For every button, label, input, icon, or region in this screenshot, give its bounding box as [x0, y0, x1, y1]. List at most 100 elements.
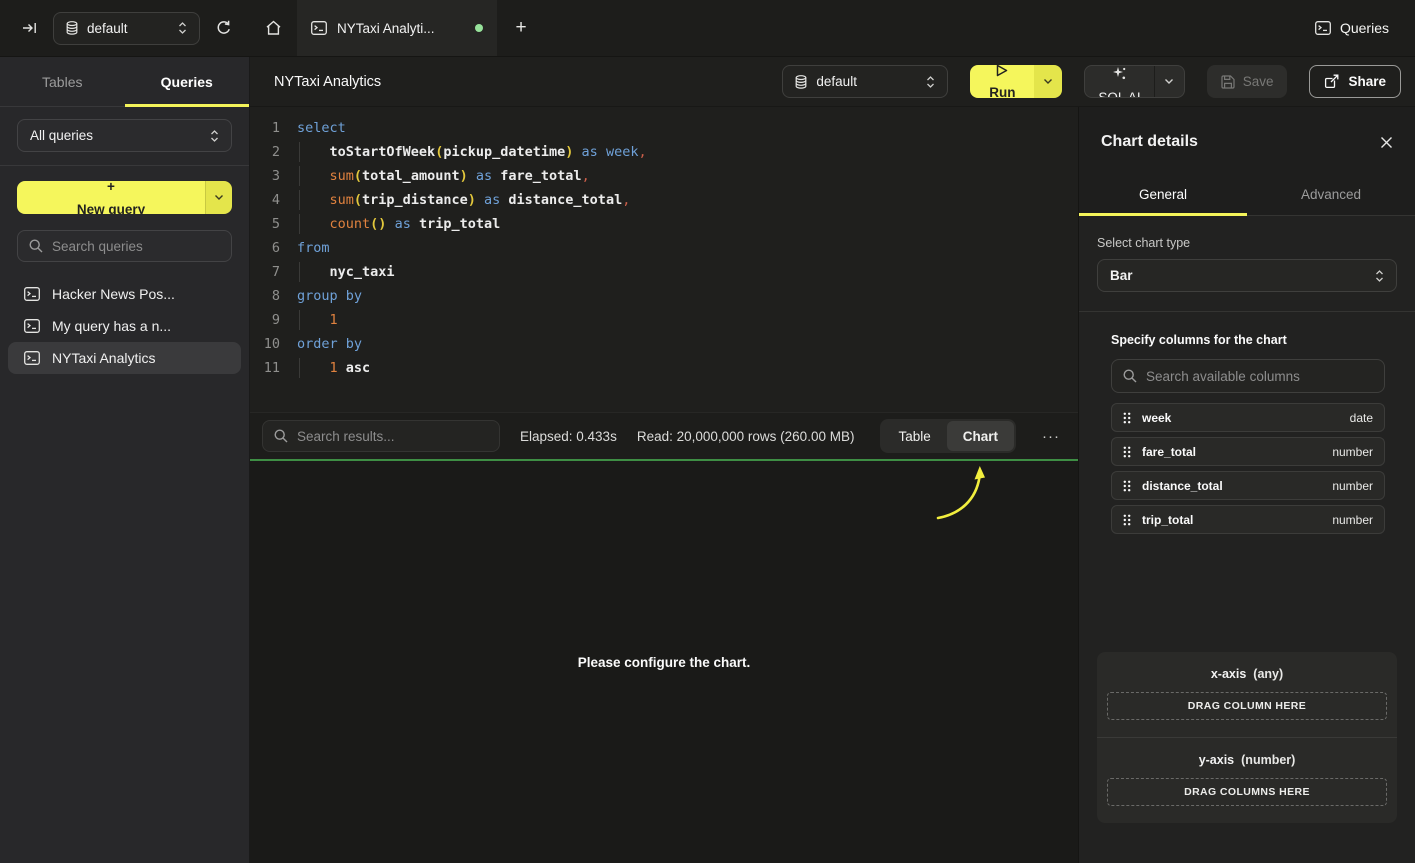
- sql-ai-button[interactable]: SQL AI: [1085, 66, 1153, 97]
- code-line: 7 nyc_taxi: [258, 260, 1078, 284]
- line-number: 2: [258, 140, 280, 164]
- y-axis-type-constraint: (number): [1241, 753, 1295, 767]
- panel-title: Chart details: [1101, 133, 1198, 151]
- sql-console-app: default NYTaxi Analyti.: [0, 0, 1415, 863]
- results-search-box: [262, 420, 500, 452]
- column-name: week: [1142, 411, 1171, 425]
- database-selector-main[interactable]: default: [782, 65, 948, 98]
- code-line: 4 sum(trip_distance) as distance_total,: [258, 188, 1078, 212]
- refresh-button[interactable]: [216, 20, 232, 36]
- search-icon: [29, 239, 43, 253]
- query-list-item[interactable]: Hacker News Pos...: [8, 278, 241, 310]
- column-item-distance-total[interactable]: distance_total number: [1111, 471, 1385, 500]
- sidebar: Tables Queries All queries + New query: [0, 57, 250, 863]
- line-number: 8: [258, 284, 280, 308]
- column-name: distance_total: [1142, 479, 1223, 493]
- code-lines: 1select2 toStartOfWeek(pickup_datetime) …: [258, 116, 1078, 380]
- chevron-down-icon: [1043, 78, 1053, 85]
- columns-search-box: [1111, 359, 1385, 393]
- sql-editor[interactable]: 1select2 toStartOfWeek(pickup_datetime) …: [250, 107, 1078, 412]
- column-name: trip_total: [1142, 513, 1193, 527]
- run-dropdown-button[interactable]: [1034, 65, 1062, 98]
- panel-tab-advanced[interactable]: Advanced: [1247, 173, 1415, 215]
- drag-handle-icon: [1123, 412, 1131, 424]
- new-query-row: + New query: [0, 166, 249, 214]
- close-panel-button[interactable]: [1380, 136, 1393, 149]
- y-axis-dropzone[interactable]: DRAG COLUMNS HERE: [1107, 778, 1387, 806]
- run-split-button: Run: [970, 65, 1062, 98]
- sidebar-tab-tables[interactable]: Tables: [0, 57, 125, 106]
- query-search-row: [0, 214, 249, 272]
- new-query-dropdown-button[interactable]: [205, 181, 232, 214]
- x-axis-dropzone[interactable]: DRAG COLUMN HERE: [1107, 692, 1387, 720]
- results-search-input[interactable]: [297, 429, 488, 444]
- columns-search-input[interactable]: [1146, 369, 1373, 384]
- top-bar-right: Queries: [1315, 0, 1415, 56]
- chevron-updown-icon: [1375, 269, 1384, 283]
- top-bar: default NYTaxi Analyti.: [0, 0, 1415, 57]
- play-icon: [996, 65, 1008, 77]
- column-type: number: [1332, 479, 1373, 493]
- database-selector-top[interactable]: default: [53, 12, 200, 45]
- query-terminal-icon: [311, 21, 327, 35]
- sidebar-tab-queries[interactable]: Queries: [125, 57, 250, 106]
- line-number: 5: [258, 212, 280, 236]
- line-number: 10: [258, 332, 280, 356]
- body: Tables Queries All queries + New query: [0, 57, 1415, 863]
- new-tab-button[interactable]: +: [497, 0, 545, 56]
- columns-section: Specify columns for the chart: [1111, 333, 1385, 534]
- columns-section-label: Specify columns for the chart: [1111, 333, 1385, 347]
- tab-label: NYTaxi Analyti...: [337, 21, 435, 36]
- share-button[interactable]: Share: [1309, 65, 1401, 98]
- column-type: number: [1332, 513, 1373, 527]
- save-button[interactable]: Save: [1207, 65, 1288, 98]
- code-line: 1select: [258, 116, 1078, 140]
- elapsed-time: Elapsed: 0.433s: [520, 429, 617, 444]
- chart-type-label: Select chart type: [1097, 236, 1397, 250]
- sql-ai-dropdown-button[interactable]: [1154, 66, 1184, 97]
- query-terminal-icon: [24, 287, 40, 301]
- sql-ai-button-label: SQL AI: [1098, 90, 1140, 98]
- panel-tab-general[interactable]: General: [1079, 173, 1247, 215]
- header-controls: default Run: [782, 65, 1401, 98]
- query-search-input[interactable]: [52, 239, 229, 254]
- line-number: 7: [258, 260, 280, 284]
- column-type: date: [1350, 411, 1373, 425]
- column-item-week[interactable]: week date: [1111, 403, 1385, 432]
- axis-configuration-card: x-axis (any) DRAG COLUMN HERE y-axis (nu…: [1097, 652, 1397, 823]
- new-query-label: New query: [77, 202, 145, 215]
- query-list-item-selected[interactable]: NYTaxi Analytics: [8, 342, 241, 374]
- queries-button[interactable]: Queries: [1315, 20, 1389, 36]
- configure-chart-message: Please configure the chart.: [578, 655, 751, 670]
- line-number: 3: [258, 164, 280, 188]
- query-list-item-label: My query has a n...: [52, 318, 171, 334]
- run-button[interactable]: Run: [970, 65, 1034, 98]
- new-query-button[interactable]: + New query: [17, 181, 205, 214]
- chart-view-tab[interactable]: Chart: [947, 421, 1014, 451]
- database-selector-value: default: [816, 74, 857, 89]
- sparkles-icon: [1112, 66, 1127, 81]
- home-tab[interactable]: [250, 0, 297, 56]
- chevron-down-icon: [1164, 78, 1174, 85]
- chart-type-value: Bar: [1110, 268, 1133, 283]
- share-icon: [1324, 74, 1339, 89]
- code-line: 2 toStartOfWeek(pickup_datetime) as week…: [258, 140, 1078, 164]
- home-icon: [265, 20, 282, 36]
- query-terminal-icon: [24, 351, 40, 365]
- line-number: 9: [258, 308, 280, 332]
- line-number: 4: [258, 188, 280, 212]
- query-list-item-label: NYTaxi Analytics: [52, 350, 155, 366]
- tab-nytaxi-analytics[interactable]: NYTaxi Analyti...: [297, 0, 497, 56]
- column-item-trip-total[interactable]: trip_total number: [1111, 505, 1385, 534]
- table-view-tab[interactable]: Table: [882, 421, 946, 451]
- plus-icon: +: [515, 17, 526, 39]
- column-item-fare-total[interactable]: fare_total number: [1111, 437, 1385, 466]
- more-options-button[interactable]: ···: [1036, 428, 1066, 445]
- save-floppy-icon: [1221, 75, 1235, 89]
- refresh-icon: [216, 20, 232, 36]
- collapse-sidebar-button[interactable]: [22, 21, 37, 35]
- line-number: 6: [258, 236, 280, 260]
- query-list-item[interactable]: My query has a n...: [8, 310, 241, 342]
- query-filter-selector[interactable]: All queries: [17, 119, 232, 152]
- chart-type-selector[interactable]: Bar: [1097, 259, 1397, 292]
